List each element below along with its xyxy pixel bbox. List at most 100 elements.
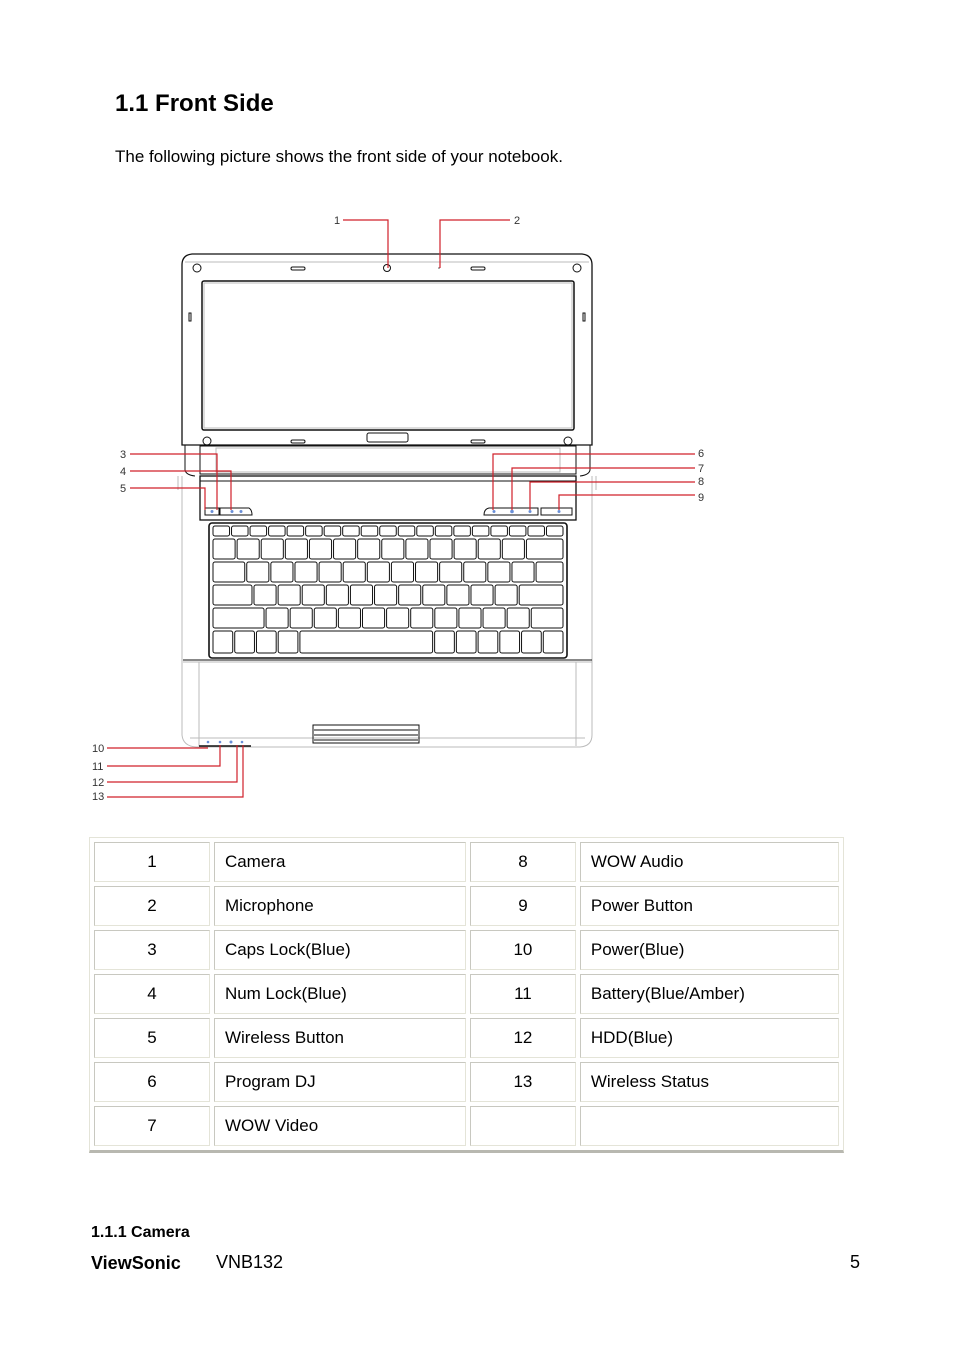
callout-8: 8 xyxy=(698,476,704,488)
keyboard-key xyxy=(530,607,564,629)
part-number-cell: 10 xyxy=(470,930,576,970)
power-button[interactable] xyxy=(540,507,573,516)
keyboard-key xyxy=(415,561,439,583)
callout-11: 11 xyxy=(92,761,103,773)
keyboard-key xyxy=(286,525,305,537)
keyboard-key xyxy=(289,607,313,629)
callout-labels: 1 2 3 4 5 6 7 8 9 10 11 12 13 xyxy=(92,215,704,803)
battery-led xyxy=(218,740,222,744)
keyboard-key xyxy=(308,538,333,560)
keyboard-key xyxy=(349,584,374,606)
keyboard-key xyxy=(212,538,236,560)
part-name-cell: Camera xyxy=(213,842,466,882)
keyboard-key xyxy=(470,584,494,606)
table-row: 4 Num Lock(Blue) 11 Battery(Blue/Amber) xyxy=(94,974,839,1014)
keyboard-key xyxy=(270,561,294,583)
keyboard-key xyxy=(246,561,270,583)
callout-12: 12 xyxy=(92,777,104,789)
footer-model: VNB132 xyxy=(216,1252,284,1272)
wireless-status-led xyxy=(240,740,244,744)
part-name-cell: Num Lock(Blue) xyxy=(213,974,466,1014)
part-number-cell: 1 xyxy=(94,842,210,882)
keyboard-key xyxy=(323,525,342,537)
keyboard-key xyxy=(212,607,265,629)
keyboard-key xyxy=(265,607,289,629)
part-name-cell: Power Button xyxy=(579,886,839,926)
keyboard-key xyxy=(463,561,487,583)
keyboard-key xyxy=(357,538,381,560)
keyboard-key xyxy=(416,525,434,537)
callout-4: 4 xyxy=(120,466,126,478)
keyboard-key xyxy=(545,525,564,537)
keyboard-key xyxy=(455,630,477,654)
keyboard-key xyxy=(299,630,434,654)
keyboard-key xyxy=(542,630,564,654)
keyboard-key xyxy=(253,584,277,606)
keyboard-key xyxy=(535,561,564,583)
keyboard-key xyxy=(521,630,542,654)
keyboard-key xyxy=(511,561,535,583)
keyboard-key xyxy=(277,584,301,606)
table-row: 3 Caps Lock(Blue) 10 Power(Blue) xyxy=(94,930,839,970)
keyboard-key xyxy=(398,584,422,606)
callout-3: 3 xyxy=(120,449,126,461)
keyboard-key xyxy=(249,525,268,537)
lock-led-cluster xyxy=(219,507,253,516)
part-name-cell: Caps Lock(Blue) xyxy=(213,930,466,970)
part-number-cell: 4 xyxy=(94,974,210,1014)
keyboard-key xyxy=(313,607,337,629)
keyboard-key xyxy=(381,538,405,560)
camera-lens xyxy=(383,264,391,272)
part-name-cell: Wireless Status xyxy=(579,1062,839,1102)
intro-paragraph: The following picture shows the front si… xyxy=(115,147,563,166)
keyboard-key xyxy=(325,584,349,606)
power-led xyxy=(206,740,210,744)
part-number-cell: 12 xyxy=(470,1018,576,1058)
part-number-cell xyxy=(470,1106,576,1146)
keyboard-key xyxy=(429,538,453,560)
keyboard-key xyxy=(294,561,318,583)
keyboard-key xyxy=(397,525,416,537)
keyboard-key xyxy=(525,538,564,560)
keyboard-key xyxy=(212,630,234,654)
part-number-cell: 8 xyxy=(470,842,576,882)
keyboard-key xyxy=(501,538,525,560)
keyboard-key xyxy=(301,584,325,606)
part-name-cell: WOW Video xyxy=(213,1106,466,1146)
keyboard-key xyxy=(361,607,386,629)
parts-table: 1 Camera 8 WOW Audio 2 Microphone 9 Power Butto… xyxy=(89,837,844,1153)
callout-13: 13 xyxy=(92,791,104,803)
keyboard-key xyxy=(434,630,455,654)
keyboard-key xyxy=(277,630,299,654)
callout-leaders xyxy=(107,219,695,798)
keyboard-key xyxy=(360,525,379,537)
keyboard-key xyxy=(518,584,564,606)
hinge-screw xyxy=(572,263,582,273)
part-number-cell: 9 xyxy=(470,886,576,926)
hdd-led xyxy=(229,740,233,744)
callout-7: 7 xyxy=(698,463,704,475)
part-name-cell xyxy=(579,1106,839,1146)
table-row: 5 Wireless Button 12 HDD(Blue) xyxy=(94,1018,839,1058)
keyboard-key xyxy=(471,525,490,537)
callout-9: 9 xyxy=(698,492,704,504)
keyboard-key xyxy=(487,561,511,583)
callout-2: 2 xyxy=(514,215,520,227)
keyboard-key xyxy=(342,525,360,537)
keyboard-key xyxy=(268,525,286,537)
keyboard-key xyxy=(333,538,357,560)
keyboard-key xyxy=(390,561,415,583)
callout-10: 10 xyxy=(92,743,104,755)
keyboard xyxy=(208,522,568,659)
part-number-cell: 5 xyxy=(94,1018,210,1058)
table-row: 7 WOW Video xyxy=(94,1106,839,1146)
part-number-cell: 6 xyxy=(94,1062,210,1102)
keyboard-key xyxy=(453,525,471,537)
keyboard-key xyxy=(490,525,508,537)
part-name-cell: WOW Audio xyxy=(579,842,839,882)
keyboard-key xyxy=(212,561,246,583)
part-name-cell: Wireless Button xyxy=(213,1018,466,1058)
keyboard-key xyxy=(255,630,277,654)
keyboard-key xyxy=(337,607,361,629)
keyboard-key xyxy=(318,561,342,583)
